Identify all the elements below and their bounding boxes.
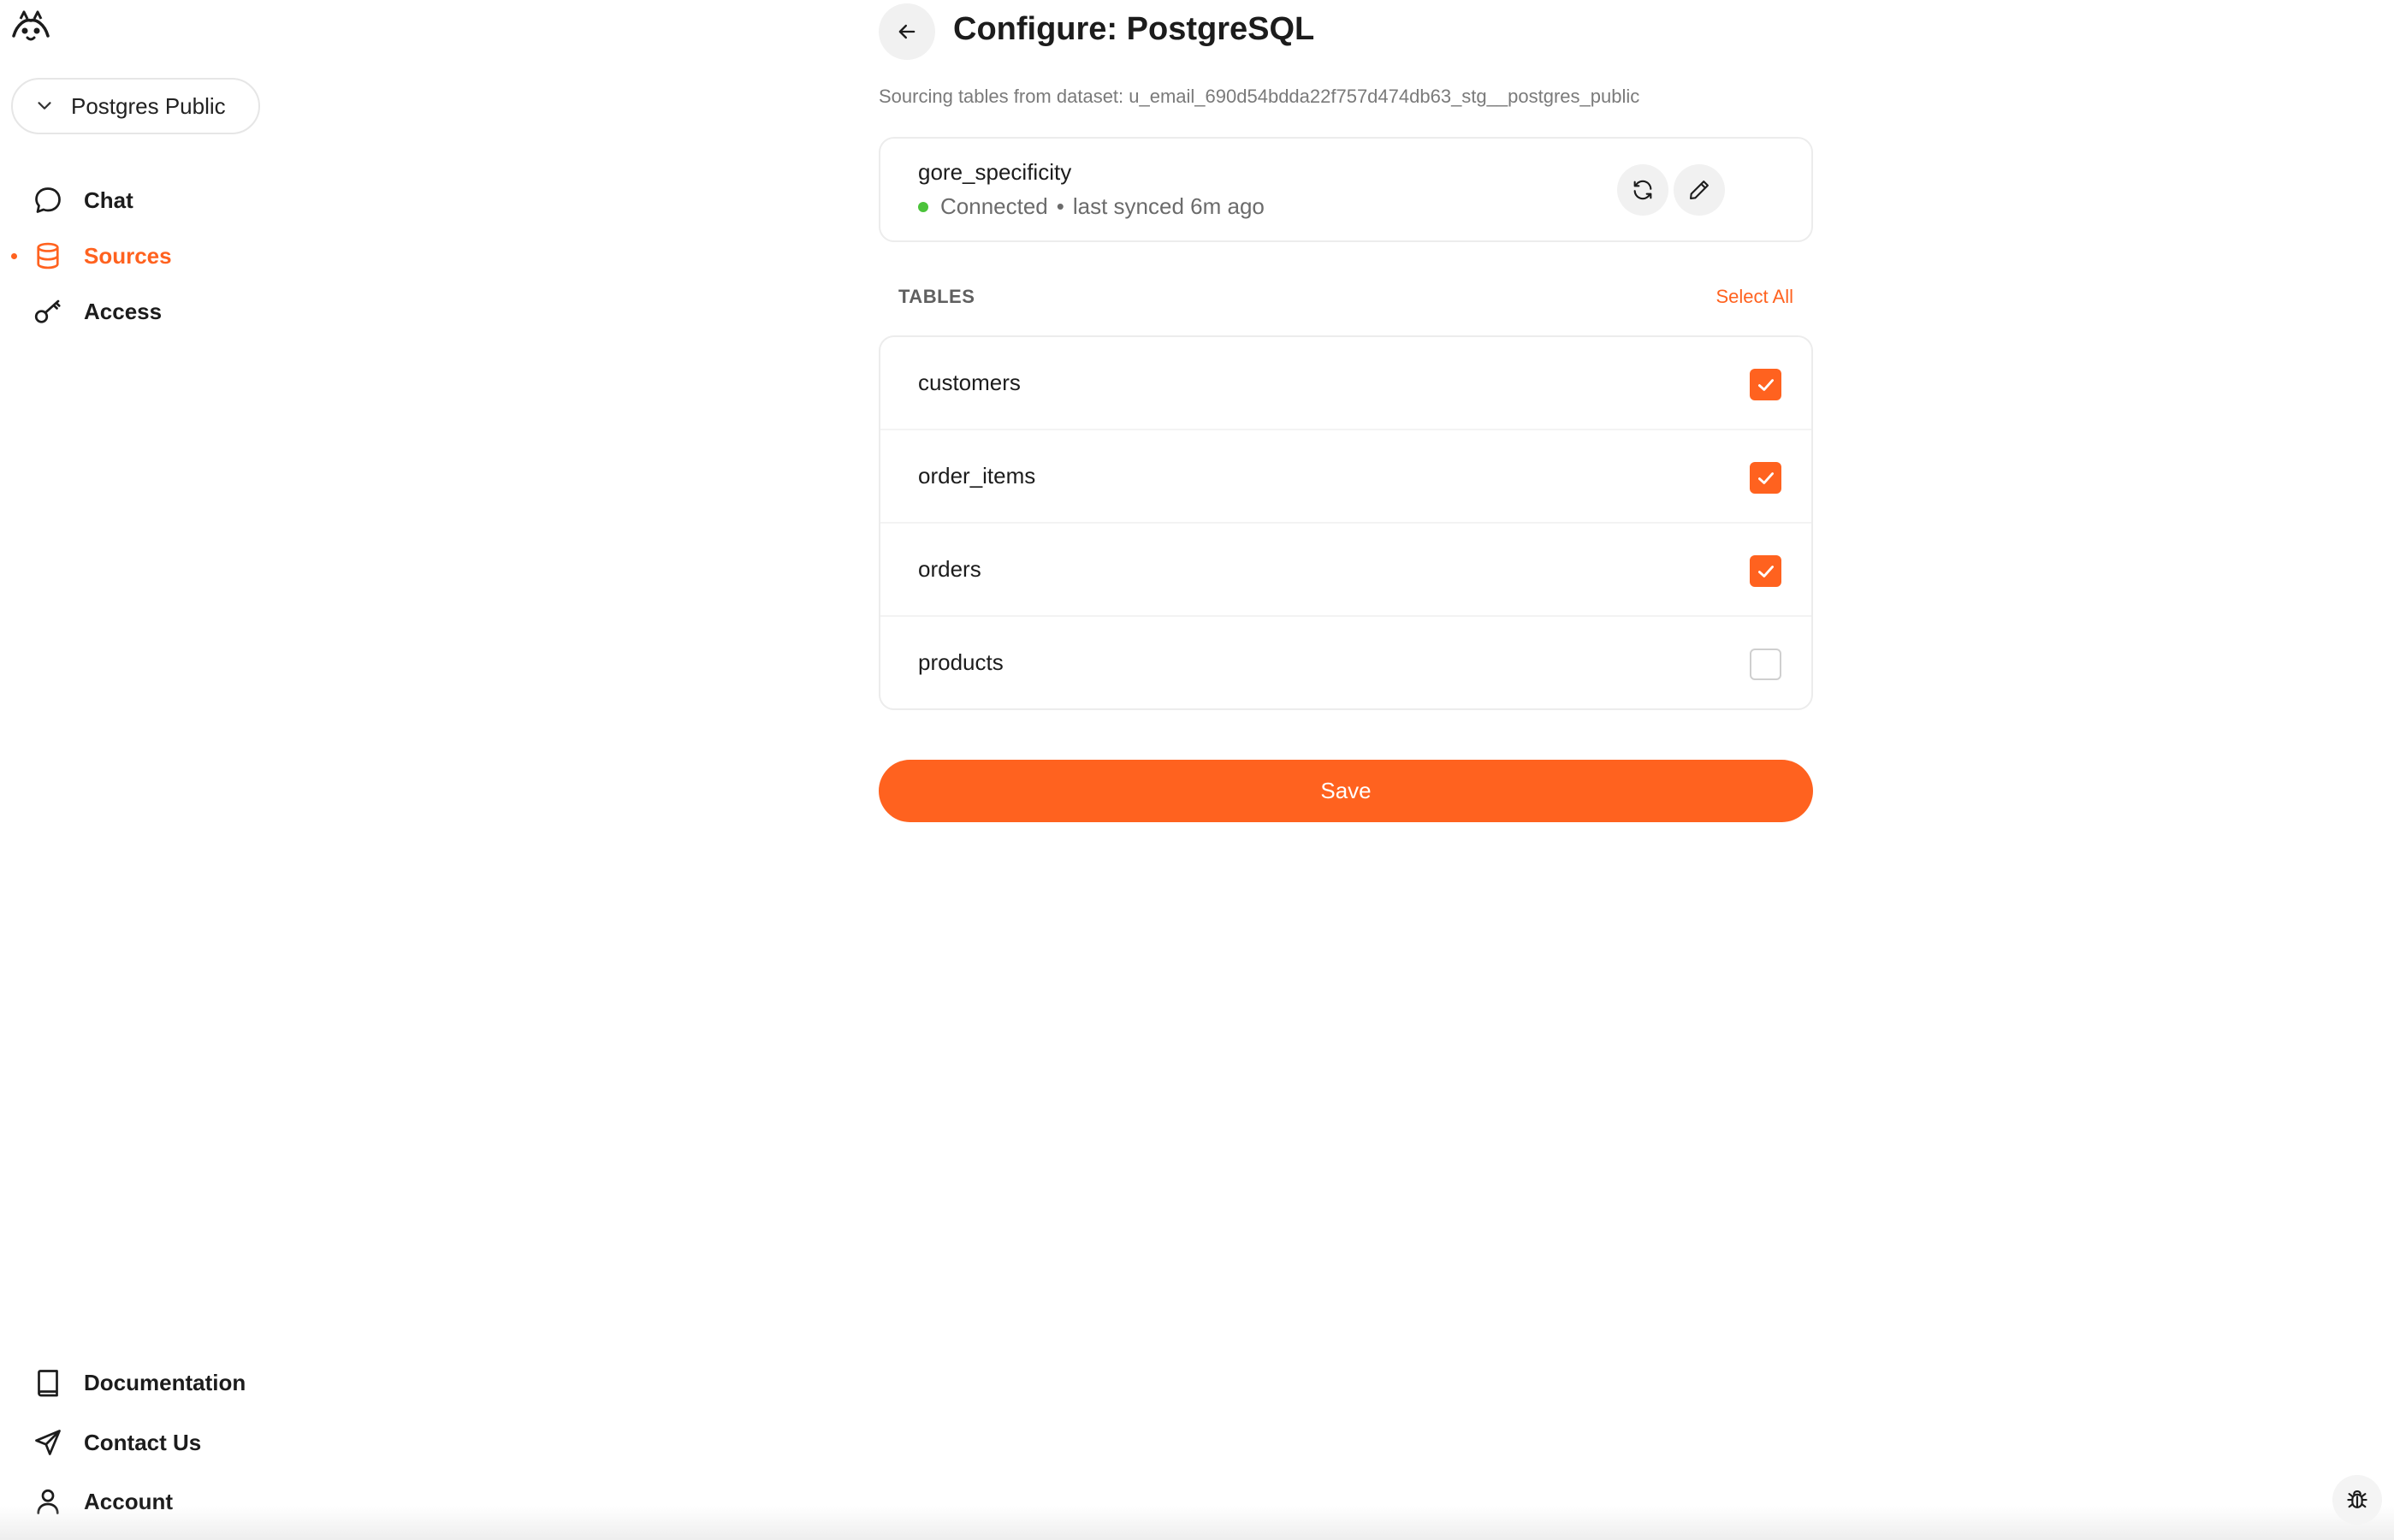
edit-button[interactable]	[1674, 164, 1725, 216]
bug-icon	[2347, 1490, 2367, 1508]
source-status: Connected • last synced 6m ago	[918, 193, 1265, 220]
sync-text: last synced 6m ago	[1072, 193, 1265, 219]
nav-label-chat: Chat	[84, 187, 133, 213]
arrow-left-icon	[898, 24, 916, 39]
checkmark-icon	[1757, 565, 1774, 578]
page-title: Configure: PostgreSQL	[953, 11, 1315, 47]
status-separator: •	[1056, 193, 1064, 219]
table-checkbox[interactable]	[1750, 649, 1781, 680]
bottom-shade	[0, 1506, 2394, 1540]
table-checkbox[interactable]	[1750, 555, 1781, 587]
book-icon	[32, 1366, 64, 1399]
status-dot-icon	[918, 201, 928, 212]
tables-section-header: TABLES	[898, 286, 975, 307]
bug-report-button[interactable]	[2332, 1475, 2382, 1525]
table-row[interactable]: customers	[880, 337, 1811, 430]
database-icon	[32, 240, 64, 272]
nav-label-sources: Sources	[84, 242, 172, 269]
nav-label-contact-us: Contact Us	[84, 1429, 202, 1455]
nav-item-documentation[interactable]: Documentation	[0, 1359, 274, 1407]
back-button[interactable]	[879, 3, 935, 60]
nav-item-access[interactable]: Access	[0, 287, 274, 335]
send-icon	[32, 1426, 64, 1459]
dataset-info: Sourcing tables from dataset: u_email_69…	[879, 86, 1640, 107]
refresh-icon	[1633, 180, 1652, 200]
table-row[interactable]: orders	[880, 524, 1811, 617]
nav-item-sources[interactable]: Sources	[0, 232, 274, 280]
source-name: gore_specificity	[918, 159, 1072, 185]
refresh-button[interactable]	[1617, 164, 1668, 216]
nav-item-contact-us[interactable]: Contact Us	[0, 1419, 274, 1466]
table-row[interactable]: products	[880, 617, 1811, 708]
nav-label-documentation: Documentation	[84, 1369, 246, 1395]
checkmark-icon	[1757, 471, 1774, 484]
checkmark-icon	[1757, 378, 1774, 391]
status-text: Connected	[940, 193, 1048, 219]
source-card: gore_specificity Connected • last synced…	[879, 137, 1813, 242]
tables-list: customers order_items orders products	[879, 335, 1813, 710]
select-all-link[interactable]: Select All	[1716, 286, 1794, 308]
table-name: order_items	[918, 463, 1036, 489]
table-name: orders	[918, 556, 981, 582]
nav-item-chat[interactable]: Chat	[0, 176, 274, 224]
sidebar: Postgres Public Chat Sources Access Docu…	[0, 0, 282, 1540]
active-indicator	[11, 253, 17, 259]
table-checkbox[interactable]	[1750, 462, 1781, 494]
chat-bubble-icon	[32, 184, 64, 216]
nav-label-access: Access	[84, 298, 163, 324]
workspace-name: Postgres Public	[71, 92, 226, 119]
key-icon	[32, 295, 64, 328]
table-row[interactable]: order_items	[880, 430, 1811, 524]
table-name: products	[918, 649, 1004, 675]
pencil-icon	[1690, 181, 1709, 199]
app-logo-icon[interactable]	[10, 9, 51, 43]
save-button[interactable]: Save	[879, 760, 1813, 822]
table-name: customers	[918, 370, 1021, 395]
workspace-select[interactable]: Postgres Public	[11, 78, 260, 134]
chevron-down-icon	[38, 102, 51, 110]
table-checkbox[interactable]	[1750, 369, 1781, 400]
